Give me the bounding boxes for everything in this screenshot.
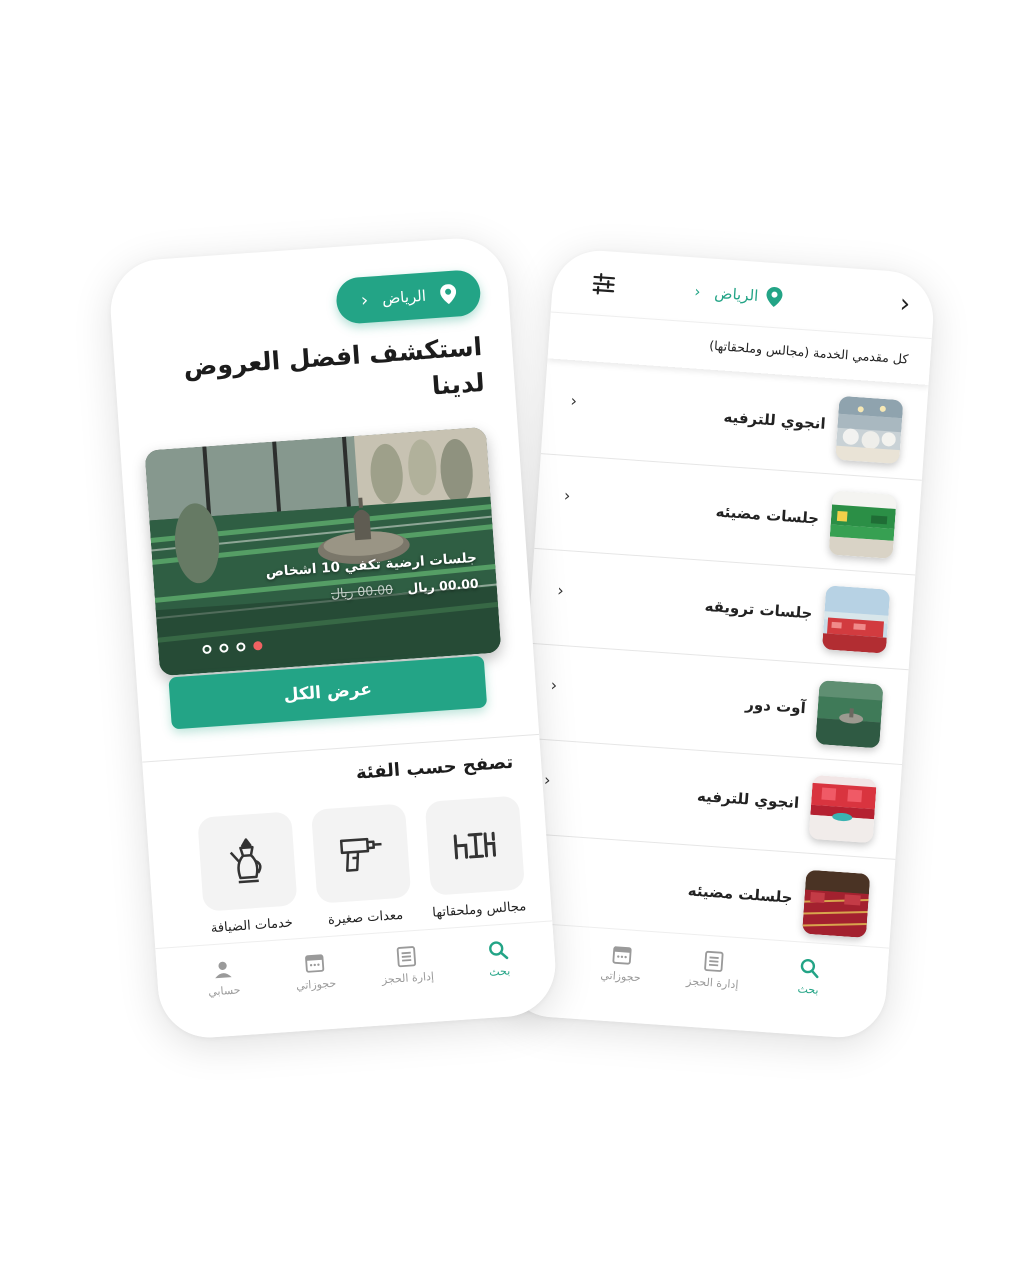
tab-bookings[interactable]: حجوزاتي (582, 941, 661, 985)
tab-bookings-label: حجوزاتي (295, 976, 337, 993)
green-seating-icon (828, 490, 897, 559)
carousel-dot[interactable] (236, 642, 246, 652)
location-pin-icon (766, 287, 783, 307)
list-icon (704, 950, 724, 972)
chevron-icon: › (556, 580, 565, 601)
tab-bookings[interactable]: حجوزاتي (276, 949, 355, 993)
provider-name: آوت دور (744, 695, 807, 718)
sliders-icon[interactable] (590, 270, 618, 298)
outdoor-seating-icon (815, 680, 884, 749)
search-icon (489, 941, 509, 960)
dallah-icon (229, 838, 262, 884)
tab-search-label: بحث (797, 982, 820, 997)
carousel-dot[interactable] (219, 643, 229, 653)
category-label: خدمات الضيافة (210, 915, 294, 937)
city-label: الرياض (381, 286, 427, 308)
chevron-icon: › (563, 485, 572, 506)
tab-account-label: حسابي (207, 983, 241, 999)
tab-account[interactable]: حسابي (184, 956, 263, 1000)
chevron-right-icon: › (360, 289, 369, 311)
red-seating-icon (821, 585, 891, 654)
chevron-icon: › (569, 391, 578, 411)
page-title: استكشف افضل العروض لدينا (182, 331, 486, 401)
tab-manage-label: إدارة الحجز (685, 974, 739, 992)
category-label: مجالس وملحقاتها (431, 899, 527, 921)
back-arrow-icon[interactable]: › (899, 289, 911, 320)
offer-banner[interactable]: جلسات ارضية تكفي 10 اشخاص 00.00 ريال 00.… (144, 426, 502, 677)
user-icon (215, 961, 232, 979)
tab-manage[interactable]: إدارة الحجز (368, 943, 447, 987)
chevron-right-icon: › (693, 282, 702, 301)
tab-search[interactable]: بحث (770, 954, 849, 998)
category-label: معدات صغيرة (327, 907, 404, 929)
calendar-icon (612, 946, 632, 965)
carpet-icon (802, 869, 871, 938)
city-label: الرياض (713, 283, 759, 305)
drill-icon (339, 837, 382, 872)
majlis-icon (453, 831, 497, 860)
carousel-dot-active[interactable] (253, 640, 263, 651)
tab-manage-label: إدارة الحجز (381, 969, 435, 987)
tab-search[interactable]: بحث (460, 937, 539, 981)
provider-name: انجوي للترفيه (696, 786, 800, 812)
provider-list-screen: › الرياض › كل مقدمي الخدمة (مجالس وملحقا… (501, 247, 937, 1041)
category-box (424, 795, 525, 896)
list-icon (396, 946, 417, 968)
provider-name: جلسات مضيئه (715, 502, 820, 528)
provider-list: انجوي للترفيه › جلسات مضيئه › جلسات تروي… (507, 359, 929, 955)
chevron-icon: › (550, 675, 558, 695)
tab-search-label: بحث (488, 964, 511, 979)
chevron-icon: › (543, 770, 552, 790)
carousel-dot[interactable] (202, 644, 212, 655)
city-selector[interactable]: › الرياض (694, 281, 783, 307)
tab-bookings-label: حجوزاتي (600, 968, 642, 985)
category-box (310, 803, 412, 904)
provider-name: انجوي للترفيه (723, 407, 827, 433)
category-box (197, 811, 298, 912)
calendar-icon (305, 954, 325, 973)
bottom-tab-bar: بحث إدارة الحجز حجوزاتي حسابي (155, 920, 559, 1041)
category-majlis[interactable]: مجالس وملحقاتها (424, 795, 528, 921)
category-hospitality[interactable]: خدمات الضيافة (196, 811, 300, 936)
home-screen: › الرياض استكشف افضل العروض لدينا جلسات … (107, 235, 559, 1041)
hall-icon (835, 395, 904, 465)
browse-category-title: تصفح حسب الفئة (355, 751, 514, 784)
category-equipment[interactable]: معدات صغيرة (310, 803, 414, 928)
red-cushions-icon (808, 774, 877, 844)
provider-name: جلسات ترويقه (704, 596, 813, 623)
category-subtitle: كل مقدمي الخدمة (مجالس وملحقاتها) (708, 337, 909, 367)
tab-manage[interactable]: إدارة الحجز (674, 948, 753, 992)
city-selector[interactable]: › الرياض (334, 268, 482, 325)
location-pin-icon (439, 284, 456, 305)
provider-name: جلسلت مضيئه (687, 881, 794, 907)
search-icon (800, 959, 819, 979)
